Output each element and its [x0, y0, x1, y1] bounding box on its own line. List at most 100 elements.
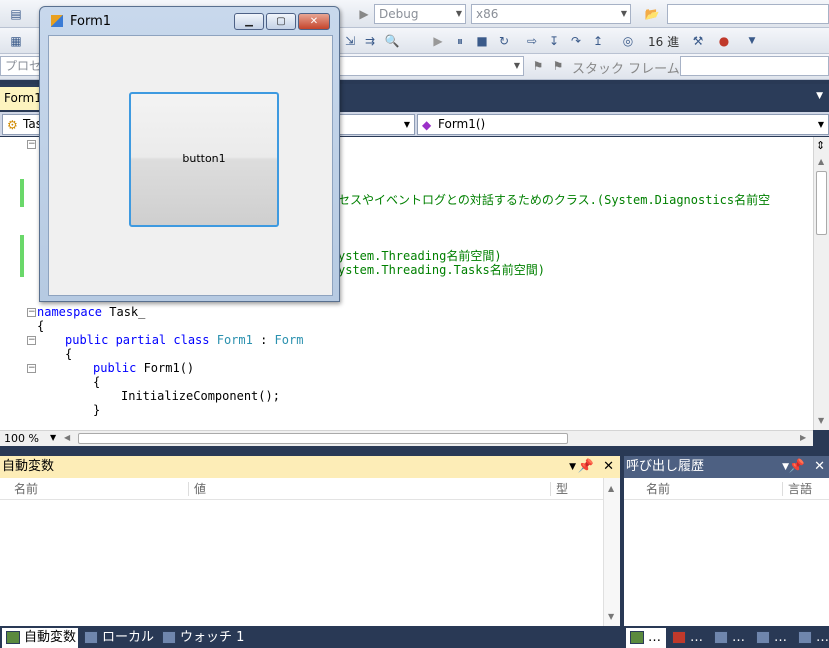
code-line: { [65, 347, 73, 361]
code-comment: ystem.Threading名前空間) [338, 249, 502, 263]
scroll-up-icon[interactable]: ▲ [608, 484, 614, 493]
tab-autos[interactable]: 自動変数 [2, 628, 78, 648]
scroll-left-icon[interactable]: ◀ [64, 433, 70, 442]
close-icon[interactable]: ✕ [814, 456, 825, 478]
breakpoint-icon[interactable]: ● [716, 33, 732, 49]
button1[interactable]: button1 [129, 92, 279, 227]
zoom-dropdown-icon[interactable]: ▼ [50, 433, 56, 442]
autos-panel-header: 自動変数 ▼ 📌 ✕ [0, 456, 620, 478]
tab-command[interactable]: … [710, 628, 750, 648]
step-in-icon[interactable]: ↧ [546, 33, 562, 49]
fold-toggle-icon[interactable]: − [27, 364, 36, 373]
scroll-down-icon[interactable]: ▼ [608, 612, 614, 621]
pin-icon[interactable]: 📌 [578, 456, 594, 478]
panel-title: 呼び出し履歴 [626, 459, 705, 474]
change-marker [20, 235, 24, 277]
stack-frame-label: スタック フレーム [572, 62, 680, 77]
tab-watch1[interactable]: ウォッチ 1 [158, 628, 248, 648]
call-stack-icon [630, 631, 644, 644]
thread-flag-icon[interactable]: ⚑ [530, 58, 546, 74]
stack-frame-combo[interactable] [680, 56, 829, 76]
code-line-init: InitializeComponent(); [121, 389, 280, 403]
form-window-title: Form1 [70, 14, 112, 29]
editor-horizontal-scrollbar[interactable]: 100 % ▼ ◀ ▶ [0, 430, 813, 446]
column-type[interactable]: 型 [556, 478, 568, 500]
code-line: { [93, 375, 101, 389]
start-debug-icon[interactable]: ▶ [356, 6, 372, 22]
column-name[interactable]: 名前 [646, 478, 670, 500]
call-stack-column-headers: 名前 言語 [624, 478, 829, 500]
scroll-right-icon[interactable]: ▶ [800, 433, 806, 442]
maximize-button[interactable]: ▢ [266, 13, 296, 30]
autos-column-headers: 名前 値 型 [0, 478, 603, 500]
bottom-tool-tabs: 自動変数 ローカル ウォッチ 1 … … … … … [0, 628, 829, 648]
close-button[interactable]: ✕ [298, 13, 330, 30]
step-out-icon[interactable]: ↥ [590, 33, 606, 49]
step-over2-icon[interactable]: ↷ [568, 33, 584, 49]
restart-icon[interactable]: ↻ [496, 33, 512, 49]
pin-icon[interactable]: 📌 [789, 456, 805, 478]
find-in-files-icon[interactable]: 📂 [644, 6, 660, 22]
column-value[interactable]: 値 [194, 478, 206, 500]
autos-panel: 自動変数 ▼ 📌 ✕ 名前 値 型 ▲ ▼ [0, 456, 620, 626]
show-next-statement-icon[interactable]: ⇨ [524, 33, 540, 49]
tools-icon[interactable]: ⚒ [690, 33, 706, 49]
solution-config-combo[interactable]: Debug ▼ [374, 4, 466, 24]
find-input[interactable] [667, 4, 829, 24]
locals-icon [84, 631, 98, 644]
hex-display-toggle[interactable]: 16 進 [648, 33, 679, 50]
new-project-icon[interactable]: ▤ [8, 6, 24, 22]
stop-icon[interactable]: ■ [474, 33, 490, 49]
column-language[interactable]: 言語 [788, 478, 812, 500]
fold-toggle-icon[interactable]: − [27, 336, 36, 345]
code-comment: セスやイベントログとの対話するためのクラス.(System.Diagnostic… [338, 193, 771, 207]
method-icon: ◆ [422, 118, 432, 132]
column-name[interactable]: 名前 [14, 478, 38, 500]
form-client-area: button1 [48, 35, 333, 296]
tab-breakpoints[interactable]: … [668, 628, 708, 648]
dropdown-arrow-icon[interactable]: ▼ [744, 33, 760, 49]
step-into-icon[interactable]: ⇲ [342, 33, 358, 49]
panel-menu-icon[interactable]: ▼ [569, 456, 576, 478]
scroll-up-icon[interactable]: ▲ [818, 157, 824, 166]
continue-icon[interactable]: ▶ [430, 33, 446, 49]
command-window-icon [714, 631, 728, 644]
fold-toggle-icon[interactable]: − [27, 308, 36, 317]
platform-combo[interactable]: x86 ▼ [471, 4, 631, 24]
find-icon[interactable]: 🔍 [384, 33, 400, 49]
step-over-icon[interactable]: ⇉ [362, 33, 378, 49]
scroll-down-icon[interactable]: ▼ [818, 416, 824, 425]
tab-immediate[interactable]: … [752, 628, 792, 648]
change-marker [20, 179, 24, 207]
watch-icon [162, 631, 176, 644]
call-stack-panel: 呼び出し履歴 ▼ 📌 ✕ 名前 言語 [624, 456, 829, 626]
layout-icon[interactable]: ▦ [8, 33, 24, 49]
minimize-button[interactable]: ▁ [234, 13, 264, 30]
tab-locals[interactable]: ローカル [80, 628, 156, 648]
form1-window[interactable]: Form1 ▁ ▢ ✕ button1 [39, 6, 340, 302]
editor-vertical-scrollbar[interactable]: ⇕ ▲ ▼ [813, 137, 829, 430]
code-line-ctor: public Form1() [93, 361, 195, 375]
autos-vertical-scrollbar[interactable]: ▲ ▼ [603, 478, 620, 626]
code-line: } [93, 403, 101, 417]
split-icon[interactable]: ⇕ [816, 139, 825, 152]
close-icon[interactable]: ✕ [603, 456, 614, 478]
autos-icon [6, 631, 20, 644]
panel-title: 自動変数 [2, 459, 55, 474]
tab-call-stack[interactable]: … [626, 628, 666, 648]
quick-watch-icon[interactable]: ◎ [620, 33, 636, 49]
code-line: { [37, 319, 45, 333]
scroll-thumb[interactable] [816, 171, 827, 235]
code-line-class: public partial class Form1 : Form [65, 333, 304, 347]
pause-icon[interactable]: ⏸ [452, 33, 468, 49]
tab-dropdown-icon[interactable]: ▼ [816, 91, 823, 101]
member-combo[interactable]: ◆ Form1() ▼ [417, 114, 829, 135]
fold-toggle-icon[interactable]: − [27, 140, 36, 149]
tab-output[interactable]: … [794, 628, 829, 648]
stack-frame-icon[interactable]: ⚑ [550, 58, 566, 74]
code-comment: ystem.Threading.Tasks名前空間) [338, 263, 545, 277]
output-icon [798, 631, 812, 644]
call-stack-panel-header: 呼び出し履歴 ▼ 📌 ✕ [624, 456, 829, 478]
zoom-level[interactable]: 100 % [4, 432, 39, 445]
hscroll-thumb[interactable] [78, 433, 568, 444]
